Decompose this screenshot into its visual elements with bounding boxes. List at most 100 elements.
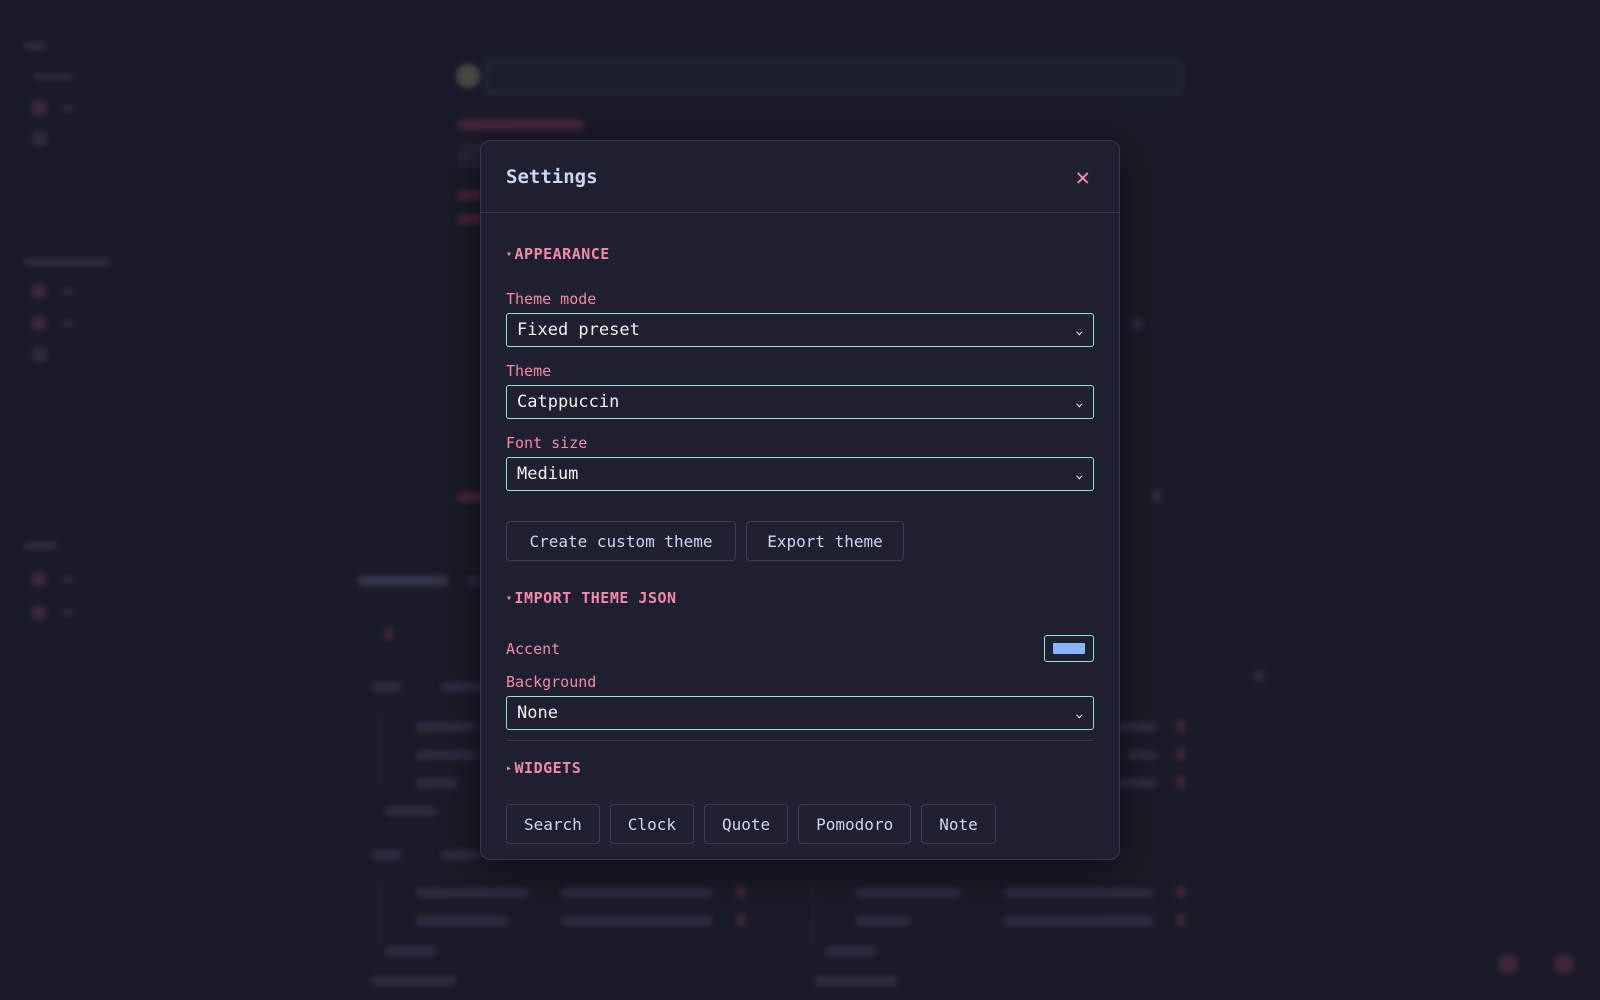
- bg-row: [856, 916, 910, 926]
- bg-row: [386, 946, 436, 956]
- bg-sidebar-line: [62, 106, 74, 112]
- bg-corner-icon: [1554, 954, 1574, 974]
- bg-sidebar-heading: [24, 42, 46, 50]
- theme-mode-label: Theme mode: [506, 290, 597, 308]
- widget-note-button[interactable]: Note: [921, 804, 996, 844]
- close-button[interactable]: ✕: [1072, 165, 1094, 189]
- bg-row: [372, 850, 402, 860]
- section-appearance-toggle[interactable]: ▾ APPEARANCE: [506, 245, 1094, 263]
- bg-mark: [736, 914, 746, 926]
- bg-sidebar-icon: [32, 348, 46, 362]
- section-divider: [506, 740, 1094, 741]
- bg-sidebar-line: [62, 610, 74, 616]
- bg-sidebar-icon: [32, 316, 46, 330]
- theme-value: Catppuccin: [517, 392, 620, 412]
- background-label: Background: [506, 673, 597, 691]
- bg-text: [458, 214, 482, 224]
- chevron-down-icon: ⌄: [1075, 706, 1084, 720]
- widget-search-button[interactable]: Search: [506, 804, 600, 844]
- theme-mode-select[interactable]: Fixed preset ⌄: [506, 313, 1094, 347]
- bg-sidebar-icon: [32, 606, 46, 620]
- modal-body: ▾ APPEARANCE Theme mode Fixed preset ⌄ T…: [481, 245, 1119, 844]
- bg-row: [416, 722, 476, 732]
- modal-header: Settings ✕: [481, 141, 1119, 213]
- bg-sidebar-line: [62, 576, 74, 582]
- bg-mark: [1254, 670, 1264, 682]
- bg-mark: [384, 628, 394, 640]
- section-appearance-title: APPEARANCE: [514, 245, 610, 263]
- caret-down-icon: ▾: [506, 592, 513, 604]
- theme-select[interactable]: Catppuccin ⌄: [506, 385, 1094, 419]
- bg-row: [416, 916, 508, 926]
- bg-mark: [1176, 914, 1186, 926]
- chevron-down-icon: ⌄: [1075, 395, 1084, 409]
- modal-title: Settings: [506, 165, 598, 188]
- font-size-select[interactable]: Medium ⌄: [506, 457, 1094, 491]
- section-widgets-title: WIDGETS: [514, 759, 582, 777]
- section-widgets-toggle[interactable]: ▸ WIDGETS: [506, 759, 1094, 777]
- widget-clock-button[interactable]: Clock: [609, 804, 694, 844]
- bg-sidebar-icon: [32, 132, 46, 146]
- bg-heading: [458, 120, 584, 130]
- bg-sidebar-icon: [32, 284, 46, 298]
- bg-mark: [1132, 318, 1142, 330]
- chevron-down-icon: ⌄: [1075, 467, 1084, 481]
- bg-row: [358, 576, 448, 586]
- bg-row: [372, 976, 456, 986]
- settings-modal: Settings ✕ ▾ APPEARANCE Theme mode Fixed…: [480, 140, 1120, 860]
- bg-row: [814, 976, 898, 986]
- accent-color-picker[interactable]: [1044, 635, 1094, 662]
- bg-sidebar-line: [62, 288, 74, 294]
- accent-color-swatch: [1053, 643, 1085, 654]
- font-size-label: Font size: [506, 434, 588, 452]
- background-select[interactable]: None ⌄: [506, 696, 1094, 730]
- bg-row: [1004, 916, 1154, 926]
- bg-mark: [1176, 720, 1186, 732]
- background-value: None: [517, 703, 558, 723]
- bg-sidebar-icon: [32, 572, 46, 586]
- bg-row: [442, 850, 478, 860]
- bg-mark: [1176, 776, 1186, 788]
- bg-mark: [1152, 490, 1162, 502]
- bg-mark: [1176, 748, 1186, 760]
- bg-row: [386, 806, 436, 816]
- bg-row: [416, 750, 476, 760]
- bg-row: [1120, 778, 1156, 788]
- close-icon: ✕: [1075, 162, 1090, 191]
- bg-text: [458, 190, 482, 200]
- bg-tree-line: [380, 878, 382, 948]
- bg-row: [442, 682, 482, 692]
- font-size-value: Medium: [517, 464, 579, 484]
- bg-row: [856, 888, 960, 898]
- widget-quote-button[interactable]: Quote: [703, 804, 789, 844]
- create-custom-theme-button[interactable]: Create custom theme: [506, 521, 736, 561]
- bg-row: [1004, 888, 1154, 898]
- bg-row: [1120, 722, 1156, 732]
- bg-row: [562, 916, 712, 926]
- section-import-theme-toggle[interactable]: ▾ IMPORT THEME JSON: [506, 589, 1094, 607]
- bg-search-bar: [486, 60, 1182, 94]
- bg-row: [416, 888, 528, 898]
- widget-pomodoro-button[interactable]: Pomodoro: [798, 804, 912, 844]
- bg-search-icon: [456, 64, 480, 88]
- export-theme-button[interactable]: Export theme: [746, 521, 904, 561]
- caret-down-icon: ▾: [506, 248, 513, 260]
- accent-row: Accent: [506, 635, 1094, 662]
- bg-mark: [736, 886, 746, 898]
- theme-actions: Create custom theme Export theme: [506, 521, 1094, 561]
- theme-label: Theme: [506, 362, 552, 380]
- bg-mark: [1176, 886, 1186, 898]
- bg-row: [562, 888, 712, 898]
- bg-sidebar-heading: [24, 542, 58, 550]
- bg-sidebar-line: [34, 74, 74, 80]
- bg-sidebar-heading: [24, 258, 110, 266]
- bg-tree-line: [812, 878, 814, 948]
- bg-row: [1128, 750, 1156, 760]
- chevron-down-icon: ⌄: [1075, 323, 1084, 337]
- bg-row: [826, 946, 876, 956]
- bg-sidebar-icon: [32, 101, 46, 115]
- bg-row: [466, 576, 480, 586]
- bg-tree-line: [380, 710, 382, 790]
- section-import-theme-title: IMPORT THEME JSON: [514, 589, 677, 607]
- caret-right-icon: ▸: [506, 762, 513, 774]
